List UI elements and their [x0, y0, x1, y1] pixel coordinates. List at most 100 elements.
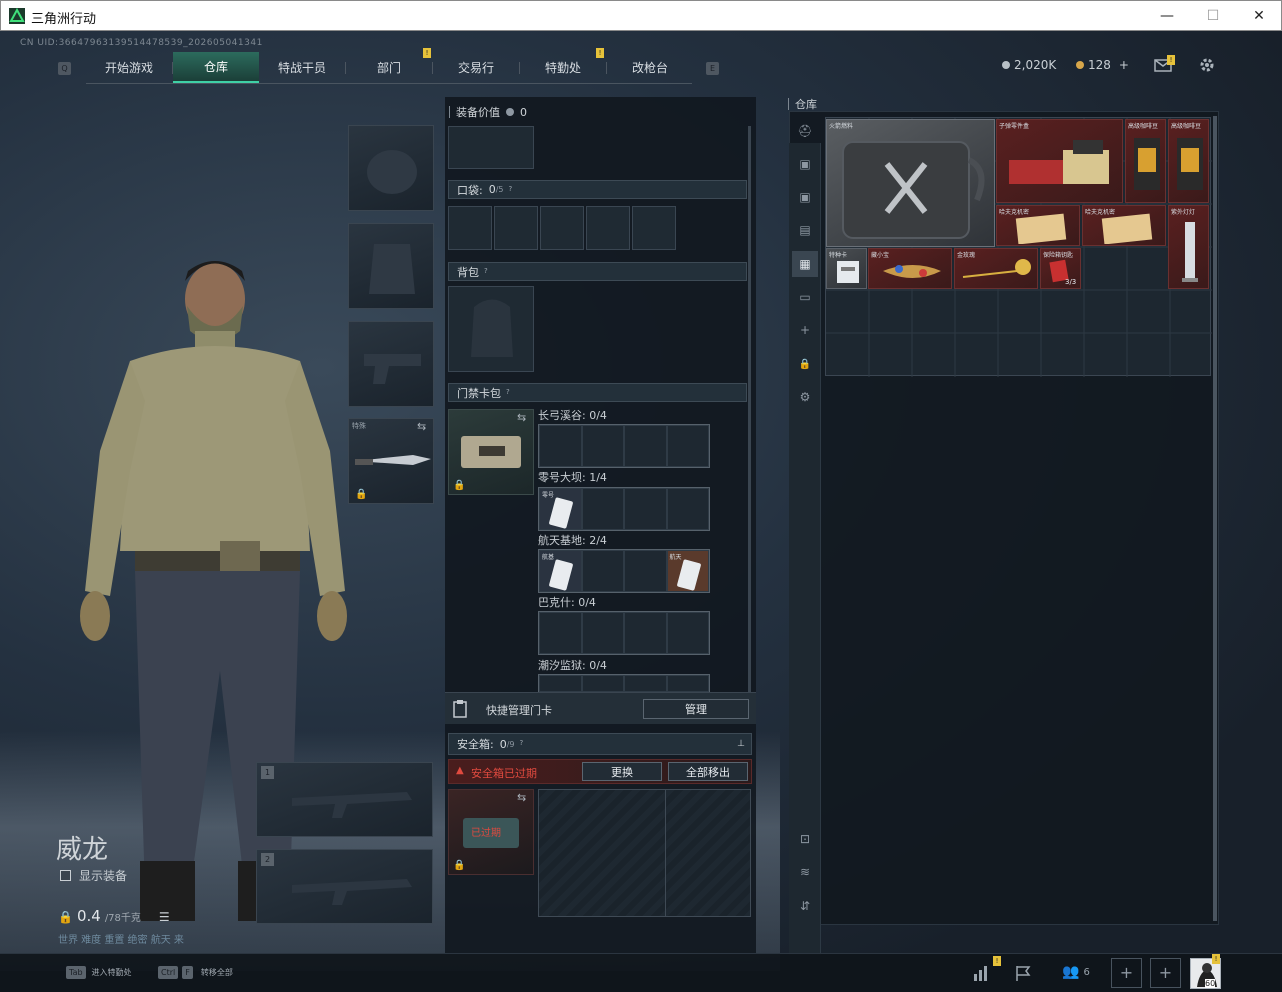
- friends-button[interactable]: 👥 6: [1062, 964, 1090, 980]
- folder-icon[interactable]: ▭: [797, 289, 813, 305]
- lock-icon[interactable]: 🔒: [797, 356, 813, 372]
- gear-icon[interactable]: ⚙: [797, 389, 813, 405]
- pocket-help-icon[interactable]: ?: [509, 185, 519, 195]
- key-slot[interactable]: [581, 675, 624, 692]
- safebox-item-slot[interactable]: ⇆ 已过期 🔒: [448, 789, 534, 875]
- armor-slot[interactable]: [348, 223, 434, 309]
- warehouse-item[interactable]: 哈夫克机密: [1082, 205, 1166, 246]
- warehouse-item[interactable]: 高级咖啡豆: [1168, 119, 1209, 203]
- list-icon[interactable]: ☰: [159, 910, 170, 924]
- key-slot[interactable]: [539, 425, 582, 467]
- warehouse-item[interactable]: 火箭燃料: [826, 119, 995, 247]
- warehouse-item[interactable]: 保险箱钥匙 3/3: [1040, 248, 1081, 289]
- warehouse-item[interactable]: 高级咖啡豆: [1125, 119, 1166, 203]
- warehouse-item[interactable]: 紫外灯灯: [1168, 205, 1209, 289]
- key-item[interactable]: 零号: [539, 488, 582, 530]
- tab-gunsmith[interactable]: 改枪台: [607, 52, 693, 83]
- hint-special-ops[interactable]: Tab 进入特勤处: [66, 966, 132, 979]
- pocket-slot[interactable]: [586, 206, 630, 250]
- safebox-help-icon[interactable]: ?: [520, 739, 530, 749]
- pistol-slot[interactable]: [348, 321, 434, 407]
- helmet-slot[interactable]: [348, 125, 434, 211]
- key-slot[interactable]: [539, 612, 582, 654]
- tab-department[interactable]: 部门: [346, 52, 432, 83]
- key-slot[interactable]: [624, 488, 667, 530]
- nav-prev-key[interactable]: Q: [58, 62, 71, 75]
- keycard-case-slot[interactable]: ⇆ 🔒: [448, 409, 534, 495]
- warehouse-item[interactable]: 特种卡: [826, 248, 867, 289]
- tab-start-game[interactable]: 开始游戏: [86, 52, 172, 83]
- rig-slot[interactable]: [448, 126, 534, 169]
- key-slot[interactable]: [624, 675, 667, 692]
- show-equipment-toggle[interactable]: 显示装备: [60, 867, 127, 884]
- backpack-help-icon[interactable]: ?: [484, 267, 494, 277]
- key-item[interactable]: 航天: [666, 550, 709, 592]
- key-slot[interactable]: [539, 675, 582, 692]
- pocket-slot[interactable]: [494, 206, 538, 250]
- keycard-help-icon[interactable]: ?: [506, 388, 516, 398]
- add-party-slot-button[interactable]: +: [1111, 958, 1142, 988]
- manage-button[interactable]: 管理: [643, 699, 749, 719]
- swap-icon[interactable]: ⇆: [417, 420, 426, 433]
- key-slot[interactable]: [581, 550, 624, 592]
- primary-weapon-slot-1[interactable]: 1: [256, 762, 433, 837]
- transfer-icon[interactable]: ⇵: [797, 898, 813, 914]
- pocket-slot[interactable]: [540, 206, 584, 250]
- add-currency-button[interactable]: +: [1119, 58, 1129, 72]
- pocket-slot[interactable]: [632, 206, 676, 250]
- primary-weapon-slot-2[interactable]: 2: [256, 849, 433, 924]
- swap-icon[interactable]: ⇆: [517, 411, 526, 424]
- warehouse-item[interactable]: 金玫瑰: [954, 248, 1038, 289]
- backpack-slot[interactable]: [448, 286, 534, 372]
- key-slot[interactable]: [666, 488, 709, 530]
- tab-special-ops[interactable]: 特勤处: [520, 52, 606, 83]
- warehouse-item[interactable]: 哈夫克机密: [996, 205, 1080, 246]
- pocket-slot[interactable]: [448, 206, 492, 250]
- key-slot[interactable]: [581, 425, 624, 467]
- case-icon[interactable]: ▦: [797, 256, 813, 272]
- key-slot[interactable]: [581, 612, 624, 654]
- swap-icon[interactable]: ⇆: [517, 791, 526, 804]
- key-slot[interactable]: [581, 488, 624, 530]
- key-slot[interactable]: [624, 425, 667, 467]
- replace-button[interactable]: 更换: [582, 762, 662, 781]
- tab-warehouse[interactable]: 仓库: [173, 52, 259, 83]
- warehouse-item[interactable]: 子弹零件盒: [996, 119, 1123, 203]
- key-slot[interactable]: [624, 550, 667, 592]
- warehouse-scrollbar[interactable]: [1213, 116, 1217, 921]
- key-slot[interactable]: [666, 675, 709, 692]
- rig-icon[interactable]: ▣: [797, 189, 813, 205]
- key-slot[interactable]: [666, 612, 709, 654]
- safebox-cell[interactable]: [539, 790, 666, 916]
- flag-icon[interactable]: [1014, 964, 1032, 982]
- sort-icon[interactable]: ⊡: [797, 831, 813, 847]
- box-icon[interactable]: ▤: [797, 222, 813, 238]
- coins-display[interactable]: 2,020K: [1002, 58, 1056, 72]
- layers-icon[interactable]: ≋: [797, 864, 813, 880]
- nav-next-key[interactable]: E: [706, 62, 719, 75]
- weight-max: /78千克: [104, 913, 141, 924]
- key-item[interactable]: 航基: [539, 550, 582, 592]
- plus-icon[interactable]: +: [797, 322, 813, 338]
- hint-transfer-all[interactable]: Ctrl F 转移全部: [158, 966, 233, 979]
- maximize-button[interactable]: ☐: [1190, 1, 1236, 31]
- tab-operators[interactable]: 特战干员: [259, 52, 345, 83]
- tab-market[interactable]: 交易行: [433, 52, 519, 83]
- show-equipment-checkbox[interactable]: [60, 870, 71, 881]
- loadout-scrollbar[interactable]: [748, 126, 751, 716]
- stats-icon[interactable]: [972, 964, 992, 982]
- move-all-button[interactable]: 全部移出: [668, 762, 748, 781]
- settings-gear-icon[interactable]: [1198, 56, 1216, 74]
- armor-icon[interactable]: ▣: [797, 156, 813, 172]
- add-party-slot-button[interactable]: +: [1150, 958, 1181, 988]
- key-slot[interactable]: [666, 425, 709, 467]
- key-slot[interactable]: [624, 612, 667, 654]
- minimize-button[interactable]: —: [1144, 1, 1190, 31]
- helmet-icon[interactable]: ⛑: [797, 123, 813, 139]
- safebox-cell[interactable]: [666, 790, 750, 916]
- melee-slot[interactable]: 特殊 ⇆ 🔒: [348, 418, 434, 504]
- warehouse-item[interactable]: 藏小宝: [868, 248, 952, 289]
- pin-icon[interactable]: ⊥: [737, 739, 745, 749]
- premium-display[interactable]: 128 +: [1076, 58, 1129, 72]
- close-button[interactable]: ✕: [1236, 1, 1282, 31]
